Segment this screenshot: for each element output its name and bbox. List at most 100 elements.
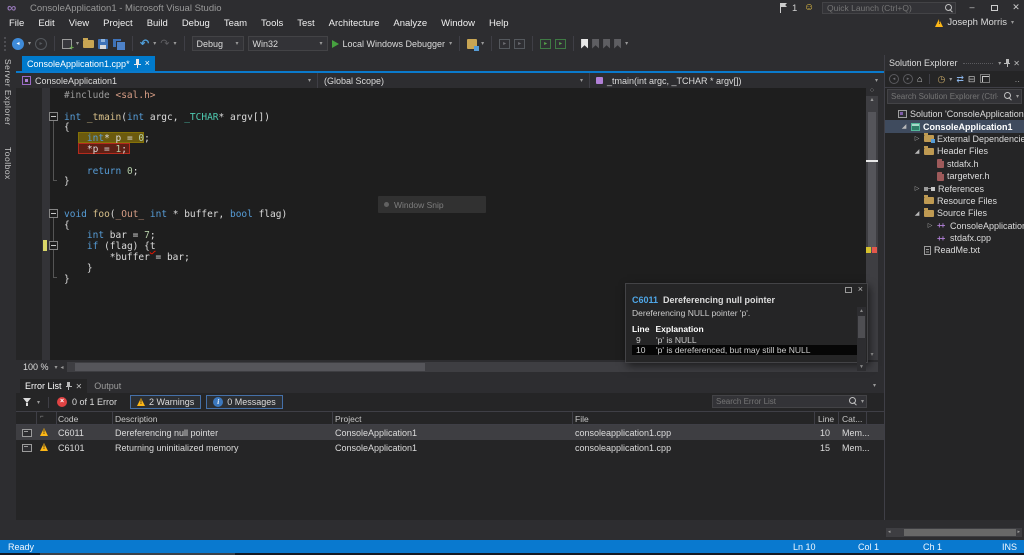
column-header-line[interactable]: Line bbox=[818, 414, 834, 424]
tree-item-header-files[interactable]: ◢Header Files bbox=[885, 145, 1024, 157]
collapsed-arrow-icon[interactable]: ▷ bbox=[913, 135, 921, 142]
chevron-down-icon[interactable]: ▾ bbox=[76, 40, 79, 47]
save-button[interactable] bbox=[98, 39, 108, 49]
start-debugging-button[interactable]: Local Windows Debugger bbox=[343, 39, 446, 49]
navigate-backward-button[interactable]: ◂ bbox=[12, 38, 24, 50]
code-line[interactable]: { bbox=[64, 122, 70, 133]
open-file-button[interactable] bbox=[83, 40, 94, 48]
code-line[interactable]: int* p = 0; bbox=[64, 133, 150, 144]
close-icon[interactable]: ✕ bbox=[1013, 59, 1020, 68]
document-tab-consoleapplication1-cpp[interactable]: ConsoleApplication1.cpp* × bbox=[22, 56, 155, 71]
tab-error-list[interactable]: Error List ✕ bbox=[20, 379, 87, 393]
tree-item-consoleapplication1[interactable]: ◢ConsoleApplication1 bbox=[885, 120, 1024, 132]
expanded-arrow-icon[interactable]: ◢ bbox=[913, 148, 921, 155]
panel-scroll-icon[interactable]: ▾ bbox=[873, 382, 876, 389]
suppress-message-icon[interactable] bbox=[22, 444, 32, 452]
member-dropdown[interactable]: _tmain(int argc, _TCHAR * argv[]) ▾ bbox=[590, 73, 884, 88]
toggle-bookmark-button[interactable] bbox=[581, 39, 588, 49]
close-icon[interactable]: ✕ bbox=[76, 382, 83, 391]
scroll-right-icon[interactable]: ▸ bbox=[1017, 528, 1020, 537]
toolbar-overflow-icon[interactable]: ‥ bbox=[1015, 75, 1020, 84]
pending-changes-filter-icon[interactable]: ◷ bbox=[937, 74, 945, 84]
sync-with-active-document-button[interactable] bbox=[467, 39, 477, 49]
severity-sort-icon[interactable]: ⌐ bbox=[40, 414, 44, 420]
code-line[interactable]: if (flag) {t bbox=[64, 241, 156, 252]
start-debugging-icon[interactable] bbox=[332, 40, 339, 48]
tree-item-targetver-h[interactable]: targetver.h bbox=[885, 170, 1024, 182]
column-header-file[interactable]: File bbox=[575, 414, 589, 424]
explanation-row[interactable]: 10'p' is dereferenced, but may still be … bbox=[632, 345, 858, 355]
notifications-count[interactable]: 1 bbox=[792, 3, 797, 14]
warning-code[interactable]: C6011 bbox=[632, 295, 658, 305]
toolbar-overflow-icon[interactable]: ▾ bbox=[625, 40, 628, 47]
sidebar-tab-toolbox[interactable]: Toolbox bbox=[3, 147, 13, 180]
tree-item-references[interactable]: ▷References bbox=[885, 182, 1024, 194]
code-line[interactable]: void foo(_Out_ int * buffer, bool flag) bbox=[64, 209, 287, 220]
menu-help[interactable]: Help bbox=[482, 16, 516, 32]
project-dropdown[interactable]: ConsoleApplication1 ▾ bbox=[16, 73, 318, 88]
solution-explorer-search-input[interactable] bbox=[888, 92, 1001, 101]
errors-toggle[interactable]: 0 of 1 Error bbox=[72, 397, 117, 407]
undo-button[interactable]: ↶ bbox=[140, 38, 149, 50]
redo-button[interactable]: ↷ bbox=[160, 38, 169, 50]
navigate-forward-button[interactable]: ▸ bbox=[35, 38, 47, 50]
chevron-down-icon[interactable]: ▾ bbox=[153, 40, 156, 47]
warnings-toggle[interactable]: 2 Warnings bbox=[130, 395, 201, 409]
scrollbar-thumb[interactable] bbox=[858, 316, 865, 338]
new-item-button[interactable] bbox=[62, 39, 72, 49]
collapse-all-icon[interactable]: ⊟ bbox=[968, 74, 976, 84]
error-row-c6011[interactable]: C6011Dereferencing null pointerConsoleAp… bbox=[16, 425, 884, 440]
error-row-c6101[interactable]: C6101Returning uninitialized memoryConso… bbox=[16, 440, 884, 455]
code-line[interactable]: return 0; bbox=[64, 166, 138, 177]
float-window-icon[interactable] bbox=[845, 287, 852, 293]
scroll-up-icon[interactable]: ▲ bbox=[857, 307, 866, 315]
explanation-row[interactable]: 9'p' is NULL bbox=[632, 335, 867, 345]
close-icon[interactable]: × bbox=[858, 285, 863, 294]
column-header-description[interactable]: Description bbox=[115, 414, 158, 424]
scroll-left-icon[interactable]: ◂ bbox=[61, 364, 64, 371]
solution-configuration-dropdown[interactable]: Debug▾ bbox=[192, 36, 244, 51]
user-account-area[interactable]: Joseph Morris ▾ bbox=[935, 17, 1014, 28]
scroll-down-icon[interactable]: ▼ bbox=[857, 363, 866, 371]
menu-tools[interactable]: Tools bbox=[254, 16, 290, 32]
zoom-level-dropdown[interactable]: 100 % bbox=[20, 362, 52, 372]
quick-launch-box[interactable] bbox=[822, 2, 956, 14]
expanded-arrow-icon[interactable]: ◢ bbox=[913, 210, 921, 217]
forward-button[interactable]: ▸ bbox=[903, 74, 913, 84]
quick-launch-input[interactable] bbox=[823, 3, 942, 13]
tree-item-external-dependencies[interactable]: ▷External Dependencies bbox=[885, 133, 1024, 145]
scope-dropdown[interactable]: (Global Scope) ▾ bbox=[318, 73, 590, 88]
filter-icon[interactable] bbox=[22, 398, 32, 406]
find-in-files-button[interactable]: ▸ bbox=[499, 39, 510, 49]
menu-file[interactable]: File bbox=[2, 16, 31, 32]
tree-item-solution-consoleapplication1[interactable]: Solution 'ConsoleApplication1' ( bbox=[885, 108, 1024, 120]
navigate-to-button[interactable]: ▸ bbox=[514, 39, 525, 49]
messages-toggle[interactable]: i 0 Messages bbox=[206, 395, 283, 409]
pin-icon[interactable] bbox=[66, 382, 72, 390]
step-over-button[interactable]: ▸ bbox=[555, 39, 566, 49]
close-icon[interactable]: × bbox=[145, 59, 150, 68]
previous-bookmark-button[interactable] bbox=[592, 39, 599, 49]
code-line[interactable]: #include <sal.h> bbox=[64, 90, 156, 101]
error-list-search-input[interactable] bbox=[713, 397, 846, 406]
sync-with-active-document-icon[interactable]: ⇄ bbox=[956, 74, 964, 84]
chevron-down-icon[interactable]: ▾ bbox=[449, 40, 452, 47]
expanded-arrow-icon[interactable]: ◢ bbox=[900, 123, 908, 130]
window-position-icon[interactable]: ▾ bbox=[998, 60, 1001, 67]
pin-icon[interactable] bbox=[1004, 59, 1010, 67]
properties-icon[interactable] bbox=[982, 76, 990, 83]
code-line[interactable]: *buffer = bar; bbox=[64, 252, 190, 263]
collapsed-arrow-icon[interactable]: ▷ bbox=[926, 222, 934, 229]
home-icon[interactable]: ⌂ bbox=[917, 74, 922, 84]
minimize-button[interactable]: – bbox=[962, 0, 982, 14]
menu-build[interactable]: Build bbox=[140, 16, 175, 32]
code-line[interactable]: *p = 1; bbox=[64, 144, 127, 155]
column-header-project[interactable]: Project bbox=[335, 414, 361, 424]
chevron-down-icon[interactable]: ▾ bbox=[28, 40, 31, 47]
pin-icon[interactable] bbox=[134, 59, 141, 68]
tree-item-stdafx-cpp[interactable]: ++stdafx.cpp bbox=[885, 232, 1024, 244]
solution-explorer-search-box[interactable]: ▾ bbox=[887, 89, 1022, 104]
save-all-button[interactable] bbox=[112, 38, 125, 50]
code-line[interactable]: } bbox=[64, 263, 93, 274]
menu-team[interactable]: Team bbox=[217, 16, 254, 32]
